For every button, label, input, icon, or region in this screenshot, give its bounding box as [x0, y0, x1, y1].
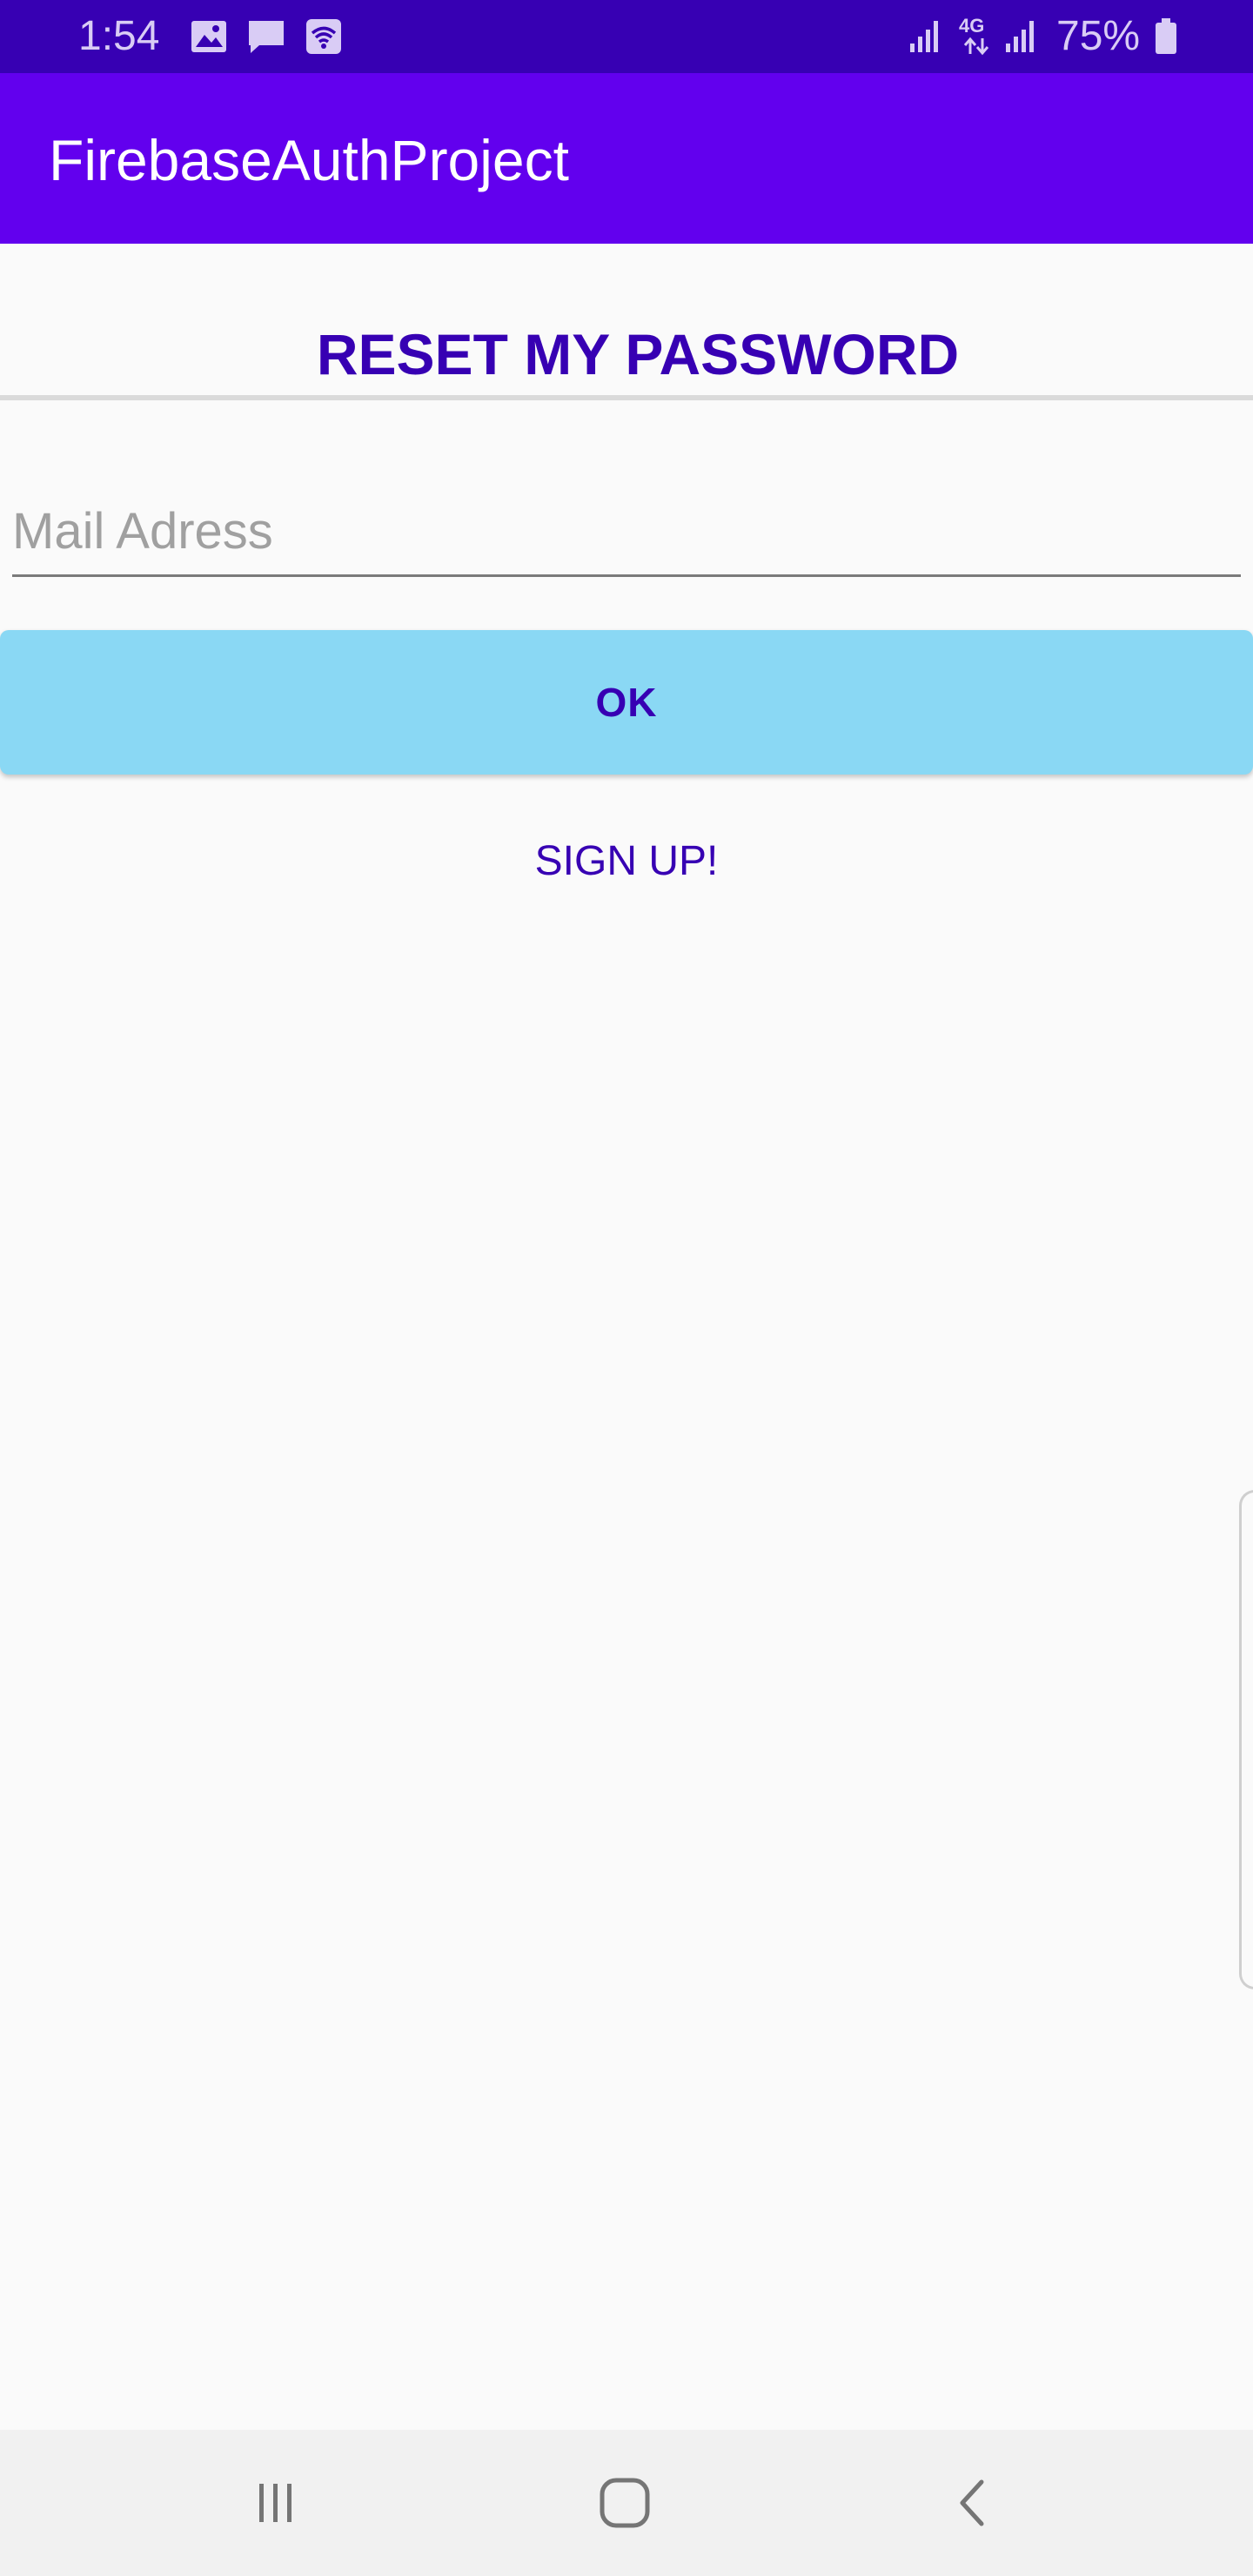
mail-address-input[interactable]: [12, 487, 1241, 577]
title-divider: [0, 395, 1253, 400]
sign-up-link[interactable]: SIGN UP!: [0, 835, 1253, 888]
ok-button[interactable]: OK: [0, 630, 1253, 775]
page-title: RESET MY PASSWORD: [316, 322, 960, 386]
page-title-container: RESET MY PASSWORD: [0, 0, 1253, 400]
home-icon: [600, 2478, 650, 2528]
back-icon: [960, 2479, 984, 2526]
edge-panel-handle[interactable]: [1239, 1490, 1253, 1989]
recent-apps-icon: [259, 2484, 291, 2522]
navigation-bar: [0, 2430, 1253, 2576]
home-button[interactable]: [520, 2430, 729, 2576]
back-button[interactable]: [870, 2430, 1079, 2576]
recent-apps-button[interactable]: [171, 2430, 379, 2576]
